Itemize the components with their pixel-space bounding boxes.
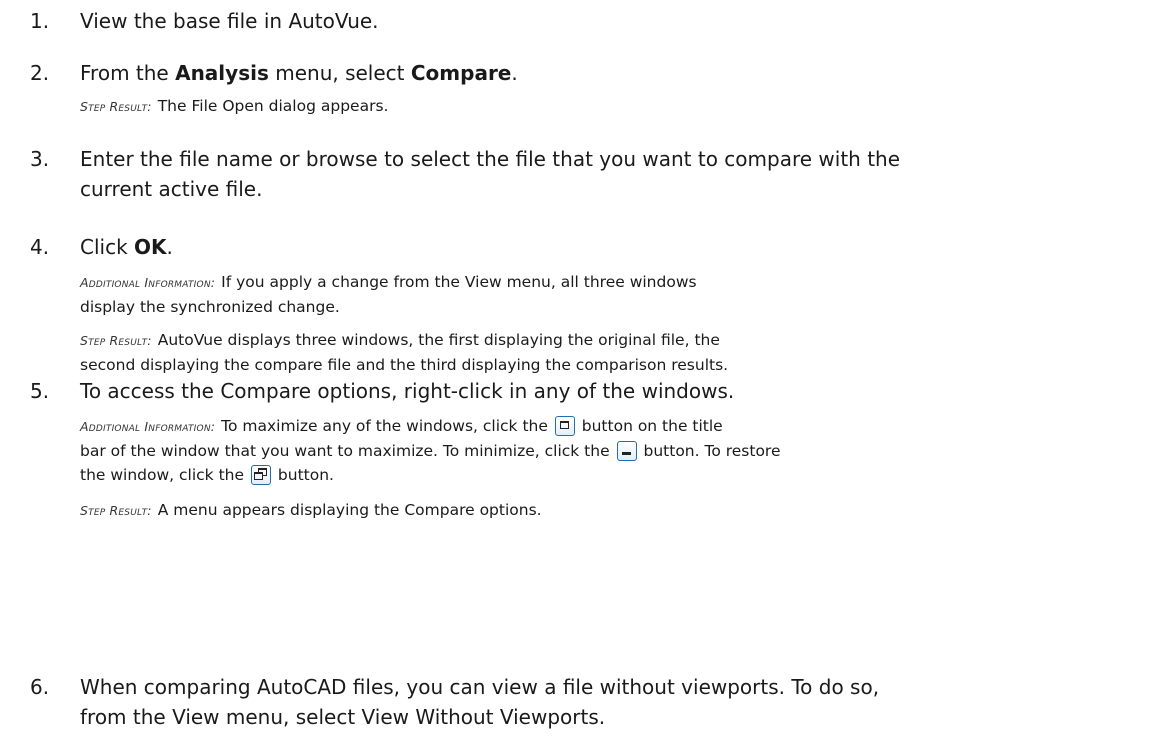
additional-information-text: the window, click the [80, 466, 245, 484]
additional-information-text: display the synchronized change. [80, 298, 340, 316]
step-text: View the base file in AutoVue. [80, 9, 379, 33]
step-result: Step Result: AutoVue displays three windo… [80, 328, 1140, 377]
step-result: Step Result: A menu appears displaying th… [80, 498, 1140, 523]
step-text-line: from the View menu, select View Without … [80, 705, 606, 729]
step-text-line: When comparing AutoCAD files, you can vi… [80, 675, 880, 699]
step-text: Enter the file name or browse to select … [80, 144, 1140, 204]
additional-information-text: button on the title [581, 417, 723, 435]
step-result-text: A menu appears displaying the Compare op… [157, 501, 542, 519]
step-result-label: Step Result: [80, 333, 152, 348]
additional-information-text: To maximize any of the windows, click th… [221, 417, 548, 435]
step-number: 2. [30, 61, 50, 85]
step-text-line: current active file. [80, 177, 263, 201]
step-result-text: second displaying the compare file and t… [80, 356, 729, 374]
step-text-line: Enter the file name or browse to select … [80, 147, 901, 171]
additional-information-label: Additional Information: [80, 275, 216, 290]
additional-information-label: Additional Information: [80, 419, 216, 434]
additional-information: Additional Information: If you apply a ch… [80, 270, 1140, 319]
menu-name-analysis: Analysis [175, 61, 269, 85]
step-result-text: AutoVue displays three windows, the firs… [157, 331, 720, 349]
step-text-part: Click [80, 235, 135, 259]
step-text-part: . [166, 235, 173, 259]
step-result-text: The File Open dialog appears. [157, 97, 389, 115]
step-text: When comparing AutoCAD files, you can vi… [80, 672, 1140, 732]
additional-information-text: button. [277, 466, 334, 484]
menu-item-compare: Compare [410, 61, 512, 85]
step-number: 1. [30, 9, 50, 33]
minimize-icon [616, 441, 637, 461]
step-number: 4. [30, 235, 50, 259]
additional-information-text: button. To restore [643, 442, 781, 460]
step-text-part: menu, select [268, 61, 411, 85]
step-text: Click OK. [80, 232, 1140, 262]
maximize-icon [554, 416, 575, 436]
step-text-part: From the [80, 61, 176, 85]
step-text: To access the Compare options, right-cli… [80, 379, 735, 403]
additional-information-text: If you apply a change from the View menu… [221, 273, 697, 291]
step-text: From the Analysis menu, select Compare. [80, 58, 1140, 88]
step-result-label: Step Result: [80, 503, 152, 518]
step-number: 5. [30, 379, 50, 403]
ok-button-label: OK [134, 235, 167, 259]
restore-icon [250, 465, 271, 485]
step-number: 3. [30, 147, 50, 171]
additional-information: Additional Information: To maximize any o… [80, 414, 1140, 487]
step-text-part: . [511, 61, 518, 85]
step-number: 6. [30, 675, 50, 699]
additional-information-text: bar of the window that you want to maxim… [80, 442, 610, 460]
step-result: Step Result: The File Open dialog appears… [80, 94, 1140, 119]
step-result-label: Step Result: [80, 99, 152, 114]
